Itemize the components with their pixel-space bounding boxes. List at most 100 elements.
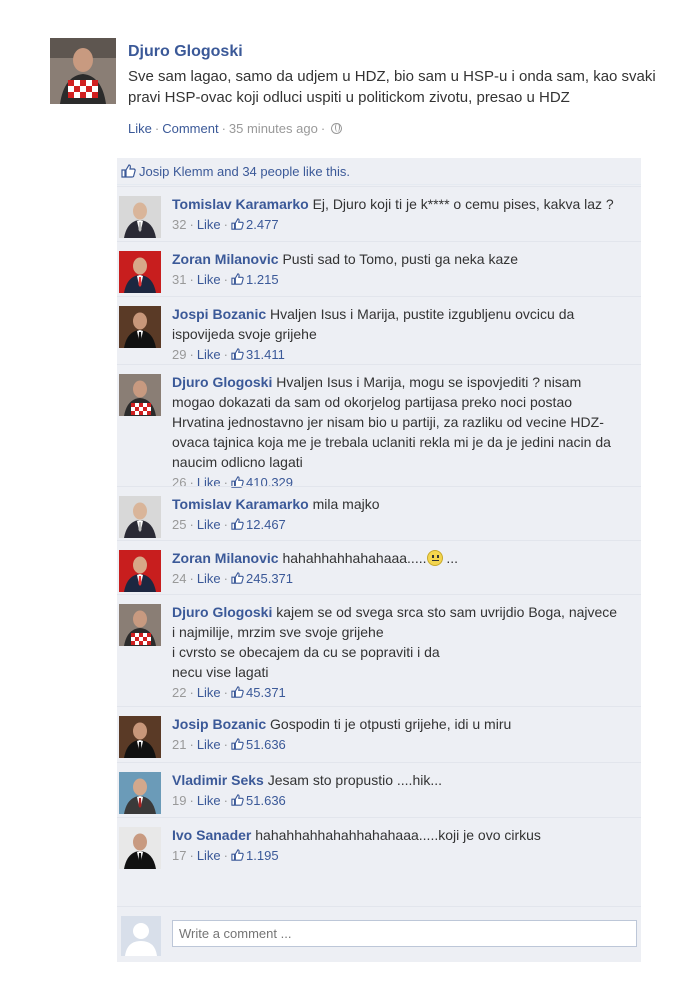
- comment-like-count[interactable]: 1.215: [246, 272, 279, 287]
- comment-text: hahahhahhahahaaa.....: [282, 550, 427, 566]
- separator-dot: ·: [223, 272, 229, 287]
- comment-row: Tomislav Karamarko mila majko 25 · Like · 12.…: [117, 486, 641, 540]
- comment-author[interactable]: Ivo Sanader: [172, 827, 251, 843]
- separator-dot: ·: [189, 347, 194, 362]
- comment-content: Zoran Milanovic Pusti sad to Tomo, pusti…: [172, 249, 622, 288]
- comment-row: Zoran Milanovic Pusti sad to Tomo, pusti…: [117, 241, 641, 296]
- comment-like-count[interactable]: 1.195: [246, 848, 279, 863]
- comment-row: Djuro Glogoski Hvaljen Isus i Marija, mo…: [117, 364, 641, 490]
- comment-meta: 32 · Like · 2.477: [172, 217, 622, 233]
- separator-dot: ·: [189, 272, 194, 287]
- comment-content: Djuro Glogoski Hvaljen Isus i Marija, mo…: [172, 372, 622, 491]
- comment-like-count[interactable]: 31.411: [246, 347, 285, 362]
- comment-meta: 19 · Like · 51.636: [172, 793, 622, 809]
- comment-like-count[interactable]: 45.371: [246, 685, 286, 700]
- comment-like-link[interactable]: Like: [197, 848, 221, 863]
- comment-number: 32: [172, 217, 187, 232]
- comment-author[interactable]: Jospi Bozanic: [172, 306, 266, 322]
- post-like-link[interactable]: Like: [128, 121, 152, 136]
- comment-number: 25: [172, 517, 187, 532]
- thumbs-up-icon: [231, 849, 244, 861]
- comment-like-link[interactable]: Like: [197, 217, 221, 232]
- thumbs-up-icon: [121, 164, 136, 178]
- comment-text-block: Zoran Milanovic hahahhahhahahaaa..... ..…: [172, 548, 622, 568]
- post-text: Sve sam lagao, samo da udjem u HDZ, bio …: [128, 68, 656, 106]
- comment-author[interactable]: Tomislav Karamarko: [172, 496, 309, 512]
- comment-number: 31: [172, 272, 187, 287]
- comment-like-link[interactable]: Like: [197, 347, 221, 362]
- separator-dot: ·: [223, 737, 229, 752]
- avatar[interactable]: [119, 306, 161, 348]
- comment-like-count[interactable]: 51.636: [246, 737, 286, 752]
- separator-dot: ·: [189, 571, 194, 586]
- comment-content: Vladimir Seks Jesam sto propustio ....hi…: [172, 770, 622, 809]
- avatar[interactable]: [119, 496, 161, 538]
- comment-content: Zoran Milanovic hahahhahhahahaaa..... ..…: [172, 548, 622, 587]
- comment-like-link[interactable]: Like: [197, 517, 221, 532]
- comment-author[interactable]: Zoran Milanovic: [172, 251, 279, 267]
- comment-text-block: Djuro Glogoski Hvaljen Isus i Marija, mo…: [172, 372, 622, 472]
- globe-icon: [331, 123, 343, 134]
- comment-like-link[interactable]: Like: [197, 737, 221, 752]
- avatar[interactable]: [119, 374, 161, 416]
- separator-dot: ·: [223, 793, 229, 808]
- avatar[interactable]: [50, 38, 116, 104]
- comment-text: hahahhahhahahhahahaaa.....koji je ovo ci…: [255, 827, 541, 843]
- comment-number: 21: [172, 737, 187, 752]
- comment-like-link[interactable]: Like: [197, 793, 221, 808]
- comment-author[interactable]: Djuro Glogoski: [172, 374, 272, 390]
- comment-like-link[interactable]: Like: [197, 571, 221, 586]
- comment-meta: 22 · Like · 45.371: [172, 685, 622, 701]
- comment-number: 24: [172, 571, 187, 586]
- thumbs-up-icon: [231, 686, 244, 698]
- separator-dot: ·: [189, 848, 194, 863]
- comment-row: Djuro Glogoski kajem se od svega srca st…: [117, 594, 641, 706]
- comment-text-block: Jospi Bozanic Hvaljen Isus i Marija, pus…: [172, 304, 622, 344]
- comment-meta: 17 · Like · 1.195: [172, 848, 622, 864]
- comment-text: mila majko: [312, 496, 380, 512]
- comment-content: Tomislav Karamarko Ej, Djuro koji ti je …: [172, 194, 622, 233]
- write-comment-input[interactable]: [172, 920, 637, 947]
- avatar[interactable]: [119, 716, 161, 758]
- comment-row: Tomislav Karamarko Ej, Djuro koji ti je …: [117, 186, 641, 241]
- thumbs-up-icon: [231, 273, 244, 285]
- comment-like-count[interactable]: 2.477: [246, 217, 279, 232]
- post-actions: Like · Comment · 35 minutes ago ·: [128, 120, 343, 138]
- avatar[interactable]: [119, 251, 161, 293]
- comment-text: Pusti sad to Tomo, pusti ga neka kaze: [282, 251, 519, 267]
- post-timestamp[interactable]: 35 minutes ago: [229, 121, 318, 136]
- separator-dot: ·: [189, 737, 194, 752]
- thumbs-up-icon: [231, 518, 244, 530]
- comment-text: Jesam sto propustio ....hik...: [267, 772, 443, 788]
- separator-dot: ·: [223, 685, 229, 700]
- comment-text: Ej, Djuro koji ti je k**** o cemu pises,…: [312, 196, 614, 212]
- avatar[interactable]: [119, 550, 161, 592]
- comment-text-block: Zoran Milanovic Pusti sad to Tomo, pusti…: [172, 249, 622, 269]
- post-comment-link[interactable]: Comment: [162, 121, 218, 136]
- avatar[interactable]: [119, 604, 161, 646]
- avatar[interactable]: [119, 827, 161, 869]
- separator-dot: ·: [223, 571, 229, 586]
- comment-row: Ivo Sanader hahahhahhahahhahahaaa.....ko…: [117, 817, 641, 906]
- comment-like-count[interactable]: 12.467: [246, 517, 286, 532]
- comment-like-link[interactable]: Like: [197, 272, 221, 287]
- comment-author[interactable]: Josip Bozanic: [172, 716, 266, 732]
- comment-author[interactable]: Tomislav Karamarko: [172, 196, 309, 212]
- comment-like-link[interactable]: Like: [197, 685, 221, 700]
- comment-row: Jospi Bozanic Hvaljen Isus i Marija, pus…: [117, 296, 641, 364]
- post-author[interactable]: Djuro Glogoski: [128, 42, 668, 62]
- thumbs-up-icon: [231, 218, 244, 230]
- comment-author[interactable]: Vladimir Seks: [172, 772, 264, 788]
- avatar[interactable]: [119, 196, 161, 238]
- comment-text-block: Tomislav Karamarko mila majko: [172, 494, 622, 514]
- separator-dot: ·: [223, 848, 229, 863]
- comment-text-block: Josip Bozanic Gospodin ti je otpusti gri…: [172, 714, 622, 734]
- avatar[interactable]: [119, 772, 161, 814]
- likes-summary[interactable]: Josip Klemm and 34 people like this.: [139, 164, 350, 179]
- comments-panel: Josip Klemm and 34 people like this. Tom…: [117, 158, 641, 962]
- comment-like-count[interactable]: 245.371: [246, 571, 293, 586]
- comment-author[interactable]: Zoran Milanovic: [172, 550, 279, 566]
- comment-author[interactable]: Djuro Glogoski: [172, 604, 272, 620]
- comment-like-count[interactable]: 51.636: [246, 793, 286, 808]
- thumbs-up-icon: [231, 348, 244, 360]
